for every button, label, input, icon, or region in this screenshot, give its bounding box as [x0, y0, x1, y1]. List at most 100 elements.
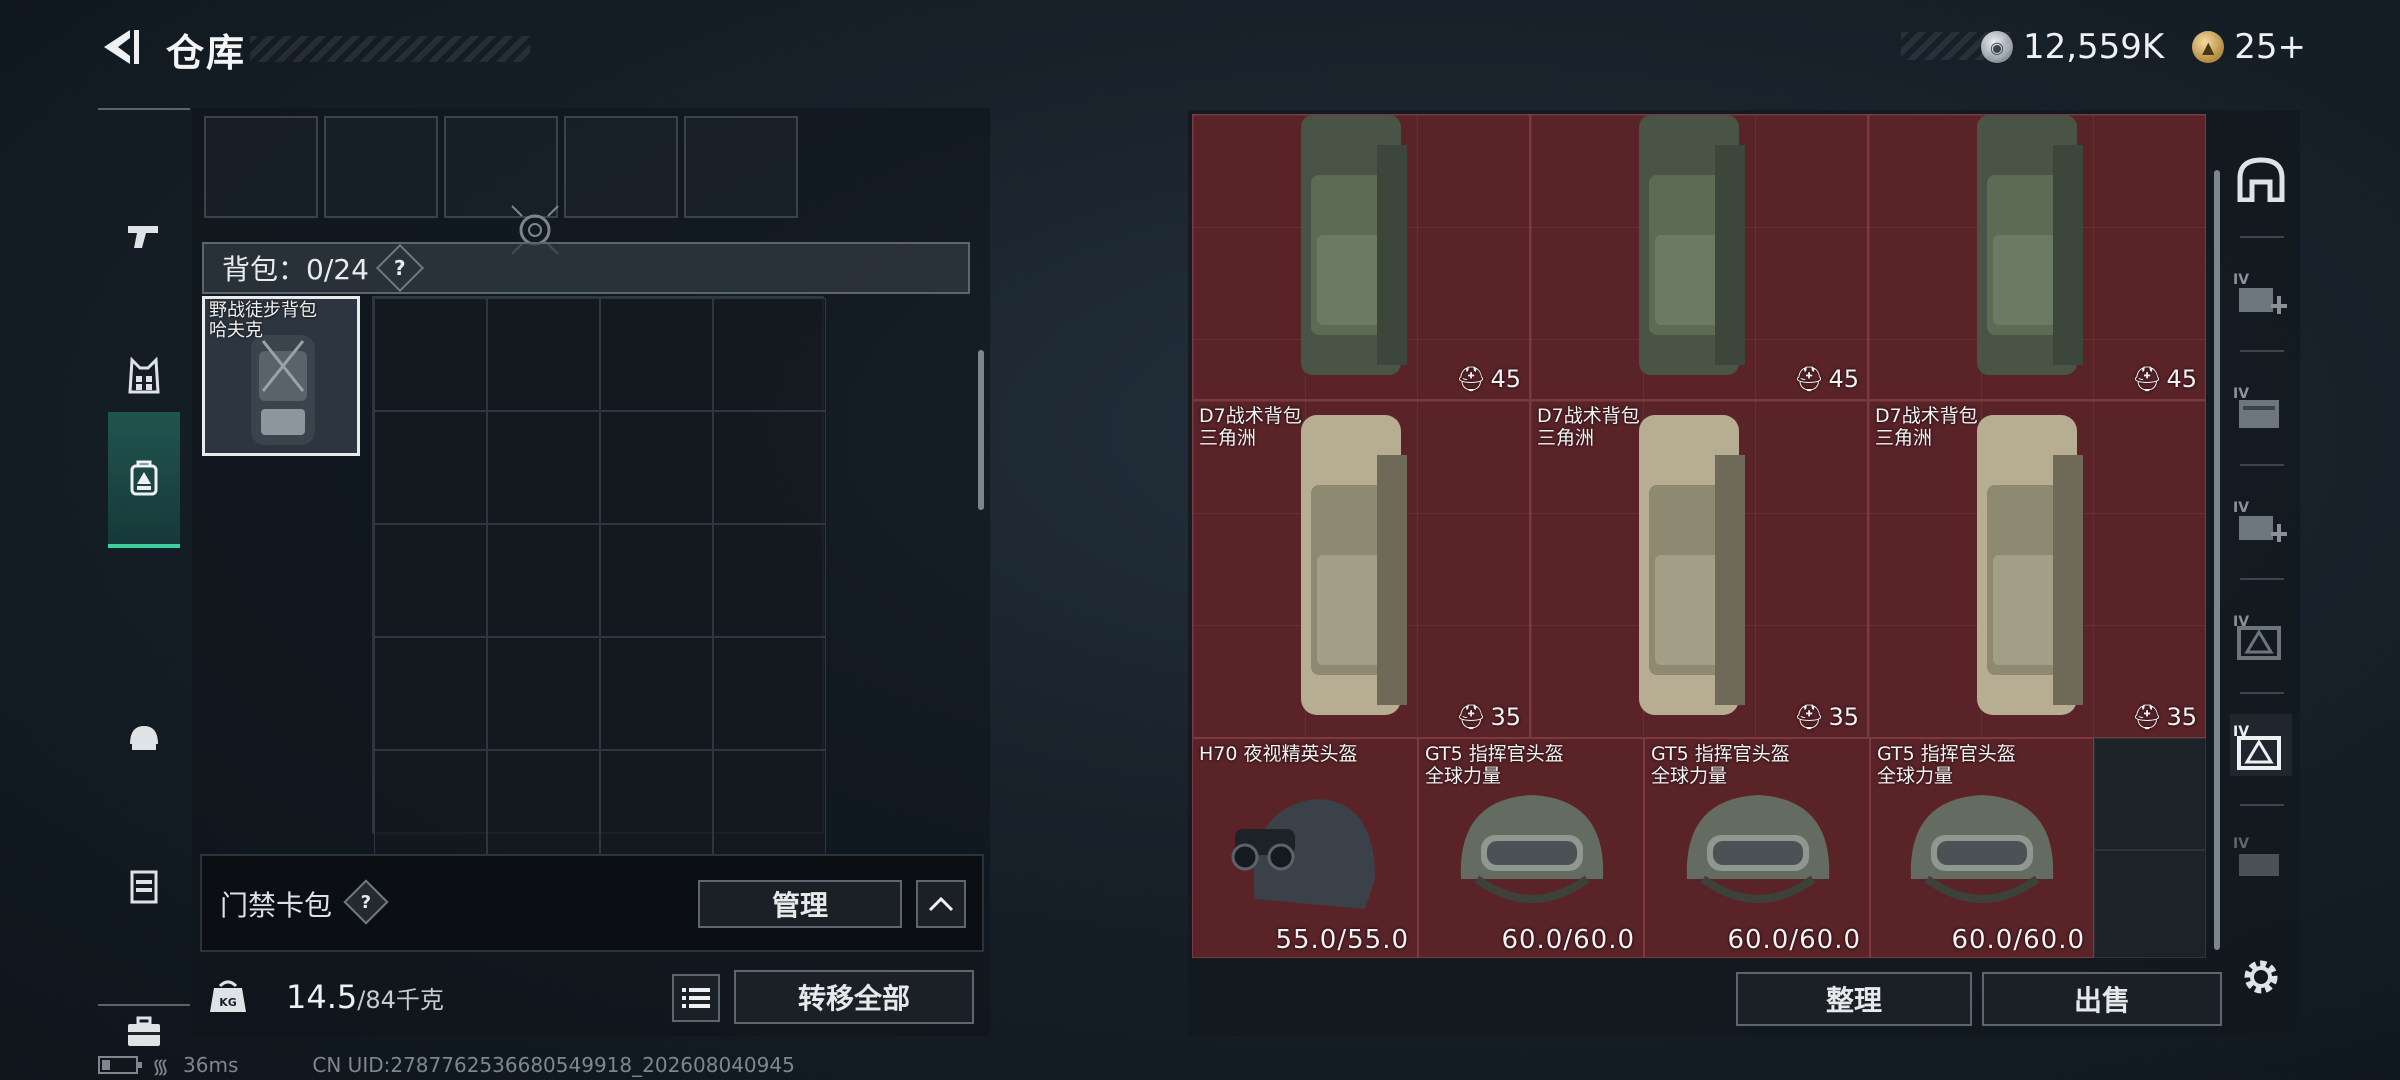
status-bar: ᯾ 36ms CN UID:2787762536680549918_202608…: [98, 1052, 795, 1078]
weight-icon: ⛑: [2131, 365, 2163, 393]
back-arrow-icon[interactable]: [96, 24, 142, 70]
item-weight: 35: [1828, 703, 1859, 731]
item-durability: 55.0/55.0: [1275, 925, 1409, 955]
backpack-image: [1301, 115, 1407, 375]
slot[interactable]: [204, 116, 318, 218]
currency-display: ◉ 12,559K ▲ 25+: [1900, 22, 2320, 72]
backpack-capacity-bar: 背包：0/24 ?: [202, 242, 970, 294]
triangle-case-icon: IV: [2233, 724, 2281, 770]
item-weight: 45: [2166, 365, 2197, 393]
item-brand: 全球力量: [1877, 765, 1954, 787]
nav-weapons[interactable]: [108, 168, 180, 304]
item-brand: 三角洲: [1199, 427, 1257, 449]
empty-slot[interactable]: [2094, 850, 2206, 958]
equipped-backpack-slot[interactable]: 野战徒步背包 哈夫克: [202, 296, 360, 456]
list-view-button[interactable]: [672, 974, 720, 1022]
storage-item[interactable]: ⛑ 45: [1192, 114, 1530, 400]
backpack-image: [1977, 415, 2083, 715]
wifi-icon: ᯾: [152, 1053, 170, 1078]
backpack-grid[interactable]: [372, 296, 826, 863]
uid: CN UID:2787762536680549918_202608040945: [312, 1053, 795, 1077]
nav-helmet[interactable]: [108, 670, 180, 806]
helmet-image: [1231, 799, 1375, 909]
weight-icon: ⛑: [1455, 365, 1487, 393]
weight-icon: ⛑: [2131, 703, 2163, 731]
tool-case-3[interactable]: IV: [2230, 490, 2292, 552]
triangle-case-icon: IV: [2233, 614, 2281, 660]
storage-item[interactable]: ⛑ 45: [1530, 114, 1868, 400]
empty-slot[interactable]: [2094, 738, 2206, 850]
backpack-image: [1639, 415, 1745, 715]
tool-case-5[interactable]: IV: [2230, 714, 2292, 776]
storage-item[interactable]: D7战术背包 三角洲 ⛑ 35: [1530, 400, 1868, 738]
item-name: GT5 指挥官头盔: [1651, 743, 1790, 765]
svg-text:IV: IV: [2233, 272, 2249, 288]
item-name: GT5 指挥官头盔: [1425, 743, 1564, 765]
tool-case-6[interactable]: IV: [2230, 826, 2292, 888]
storage-item[interactable]: GT5 指挥官头盔 全球力量 60.0/60.0: [1418, 738, 1644, 958]
nav-backpack[interactable]: [108, 412, 180, 548]
item-brand: 全球力量: [1425, 765, 1502, 787]
dome-icon: [2237, 157, 2285, 202]
nav-chest-rig[interactable]: [108, 818, 180, 954]
svg-text:IV: IV: [2233, 836, 2249, 852]
list-icon: [682, 988, 710, 1008]
storage-item[interactable]: D7战术背包 三角洲 ⛑ 35: [1192, 400, 1530, 738]
svg-text:IV: IV: [2233, 500, 2249, 516]
card-pack-label: 门禁卡包: [220, 889, 333, 922]
item-name: D7战术背包: [1199, 405, 1302, 427]
folder-icon: IV: [2233, 386, 2279, 428]
svg-text:IV: IV: [2233, 386, 2249, 402]
title-decoration: [250, 36, 530, 62]
backpack-icon: [130, 460, 158, 496]
slot[interactable]: [324, 116, 438, 218]
add-case-icon: IV: [2233, 272, 2287, 314]
item-name: D7战术背包: [1875, 405, 1978, 427]
item-name: D7战术背包: [1537, 405, 1640, 427]
backpack-image: [1301, 415, 1407, 715]
weight-icon: ⛑: [1793, 703, 1825, 731]
silver-amount: 12,559K: [2022, 27, 2165, 67]
manage-button[interactable]: 管理: [698, 880, 902, 928]
tool-case-4[interactable]: IV: [2230, 604, 2292, 666]
item-durability: 60.0/60.0: [1951, 925, 2085, 955]
page-title: 仓库: [166, 31, 247, 75]
item-weight: 45: [1490, 365, 1521, 393]
storage-item[interactable]: D7战术背包 三角洲 ⛑ 35: [1868, 400, 2206, 738]
case-icon: IV: [2233, 836, 2279, 876]
equipped-backpack-name: 野战徒步背包: [209, 300, 317, 321]
slot[interactable]: [684, 116, 798, 218]
storage-scrollbar[interactable]: [2214, 170, 2220, 950]
slot[interactable]: [564, 116, 678, 218]
chevron-up-icon: [928, 896, 954, 912]
tool-case-2[interactable]: IV: [2230, 376, 2292, 438]
weight-icon: ⛑: [1793, 365, 1825, 393]
item-weight: 35: [1490, 703, 1521, 731]
left-scrollbar[interactable]: [978, 350, 984, 510]
vest-icon: [128, 356, 160, 394]
toolbox-icon: [128, 1016, 160, 1046]
weight-icon: ⛑: [1455, 703, 1487, 731]
storage-item[interactable]: GT5 指挥官头盔 全球力量 60.0/60.0: [1644, 738, 1870, 958]
sell-button[interactable]: 出售: [1982, 972, 2222, 1026]
settings-button[interactable]: [2230, 946, 2292, 1008]
item-name: H70 夜视精英头盔: [1199, 743, 1358, 765]
sort-button[interactable]: 整理: [1736, 972, 1972, 1026]
helmet-image: [1460, 795, 1604, 903]
weight-icon: KG: [210, 980, 246, 1012]
backpack-capacity-label: 背包：0/24: [222, 253, 369, 286]
weight-value: 14.5/84千克: [286, 978, 444, 1016]
transfer-all-button[interactable]: 转移全部: [734, 970, 974, 1024]
backpack-image: [1639, 115, 1745, 375]
item-weight: 35: [2166, 703, 2197, 731]
tool-case-1[interactable]: IV: [2230, 262, 2292, 324]
storage-item[interactable]: H70 夜视精英头盔 55.0/55.0: [1192, 738, 1418, 958]
storage-item[interactable]: ⛑ 45: [1868, 114, 2206, 400]
category-nav: [98, 108, 190, 1046]
ping: 36ms: [183, 1053, 239, 1077]
tool-main-storage[interactable]: [2230, 148, 2292, 210]
backpack-help-button[interactable]: ?: [375, 243, 424, 293]
collapse-button[interactable]: [916, 880, 966, 928]
storage-item[interactable]: GT5 指挥官头盔 全球力量 60.0/60.0: [1870, 738, 2094, 958]
gold-coin-icon: ▲: [2192, 31, 2225, 63]
